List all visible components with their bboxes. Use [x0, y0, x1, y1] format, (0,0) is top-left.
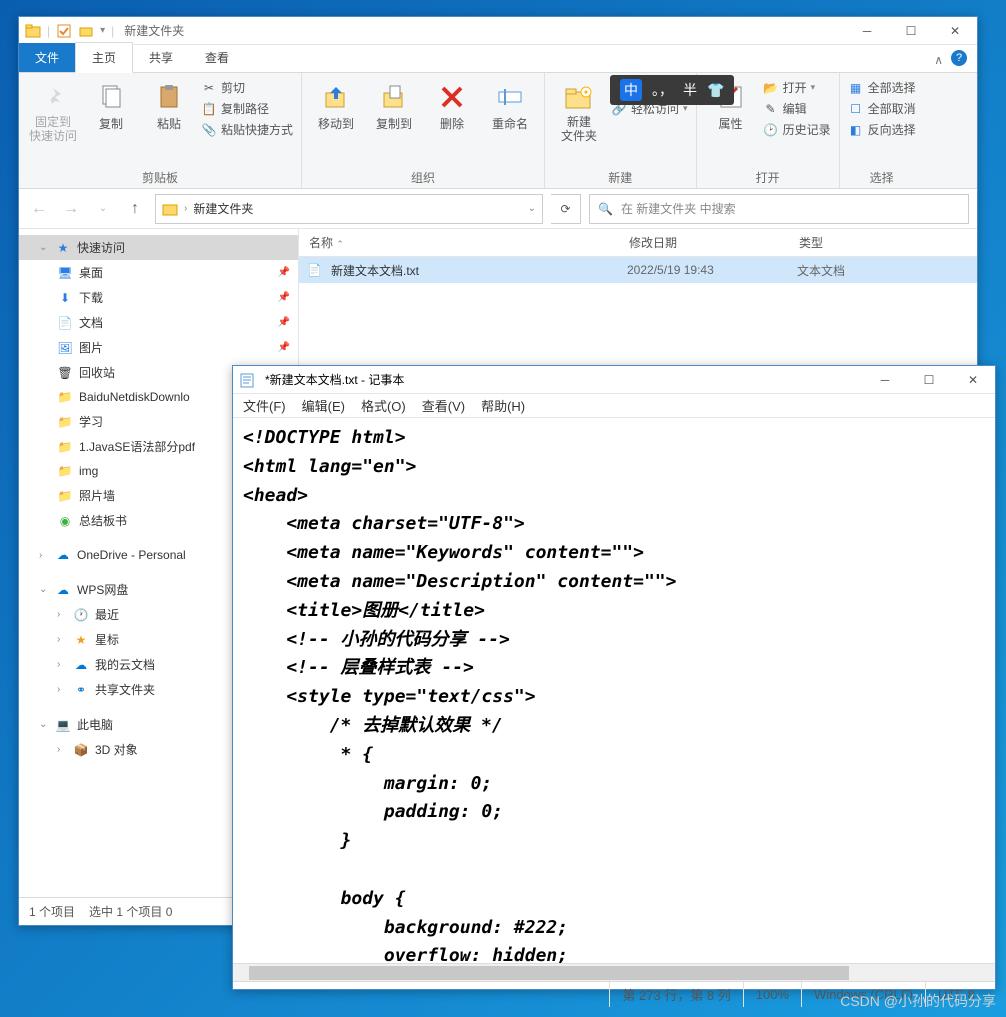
folder-icon	[25, 23, 41, 39]
textfile-icon: 📄	[307, 263, 323, 277]
chevron-down-icon[interactable]: ⌄	[528, 203, 536, 214]
help-icon[interactable]: ?	[951, 50, 967, 66]
ime-indicator[interactable]: 中 。， 半 👕	[610, 75, 734, 105]
back-button[interactable]: ←	[27, 197, 51, 221]
sidebar-item-desktop[interactable]: 🖥桌面📌	[19, 260, 298, 285]
menu-help[interactable]: 帮助(H)	[481, 396, 525, 415]
window-title: 新建文件夹	[124, 22, 184, 39]
copyto-button[interactable]: 复制到	[368, 77, 420, 167]
menu-format[interactable]: 格式(O)	[361, 396, 406, 415]
menu-file[interactable]: 文件(F)	[243, 396, 286, 415]
minimize-button[interactable]: ─	[863, 366, 907, 394]
watermark: CSDN @小孙的代码分享	[840, 991, 996, 1011]
pin-quickaccess-button[interactable]: 固定到 快速访问	[27, 77, 79, 167]
open-button[interactable]: 📂打开▾	[763, 79, 831, 96]
ime-punct: 。，	[652, 80, 673, 100]
sidebar-item-quickaccess[interactable]: ⌄★快速访问	[19, 235, 298, 260]
tab-file[interactable]: 文件	[19, 43, 75, 72]
chevron-right-icon[interactable]: ›	[184, 203, 187, 214]
close-button[interactable]: ✕	[951, 366, 995, 394]
navbar: ← → ⌄ ↑ › 新建文件夹 ⌄ ⟳ 🔍 在 新建文件夹 中搜索	[19, 189, 977, 229]
invert-button[interactable]: ◧反向选择	[848, 121, 916, 138]
checkbox-icon[interactable]	[56, 23, 72, 39]
ribbon-tabs: 文件 主页 共享 查看 ∧ ?	[19, 45, 977, 73]
edit-button[interactable]: ✎编辑	[763, 100, 831, 117]
close-button[interactable]: ✕	[933, 17, 977, 45]
rename-button[interactable]: 重命名	[484, 77, 536, 167]
maximize-button[interactable]: ☐	[889, 17, 933, 45]
search-input[interactable]: 🔍 在 新建文件夹 中搜索	[589, 194, 969, 224]
notepad-title: *新建文本文档.txt - 记事本	[265, 371, 404, 388]
cut-button[interactable]: ✂剪切	[201, 79, 293, 96]
ribbon: 固定到 快速访问 复制 粘贴 ✂剪切 📋复制路径 📎粘贴快捷方式 剪贴板 移动到…	[19, 73, 977, 189]
search-icon: 🔍	[598, 202, 613, 216]
sidebar-item-pictures[interactable]: 🖼图片📌	[19, 335, 298, 360]
forward-button[interactable]: →	[59, 197, 83, 221]
tab-view[interactable]: 查看	[189, 43, 245, 72]
moveto-button[interactable]: 移动到	[310, 77, 362, 167]
newfolder-button[interactable]: ✦新建 文件夹	[553, 77, 605, 167]
folder-icon	[162, 201, 178, 217]
shirt-icon: 👕	[707, 82, 724, 99]
menu-edit[interactable]: 编辑(E)	[302, 396, 345, 415]
notepad-window: *新建文本文档.txt - 记事本 ─ ☐ ✕ 文件(F) 编辑(E) 格式(O…	[232, 365, 996, 990]
notepad-menu: 文件(F) 编辑(E) 格式(O) 查看(V) 帮助(H)	[233, 394, 995, 418]
paste-button[interactable]: 粘贴	[143, 77, 195, 167]
minimize-button[interactable]: ─	[845, 17, 889, 45]
svg-text:✦: ✦	[583, 88, 590, 97]
ime-lang: 中	[620, 79, 642, 101]
pasteshortcut-button[interactable]: 📎粘贴快捷方式	[201, 121, 293, 138]
maximize-button[interactable]: ☐	[907, 366, 951, 394]
tab-home[interactable]: 主页	[75, 42, 133, 73]
selectall-button[interactable]: ▦全部选择	[848, 79, 916, 96]
history-button[interactable]: 🕑历史记录	[763, 121, 831, 138]
refresh-button[interactable]: ⟳	[551, 194, 581, 224]
ime-width: 半	[683, 80, 697, 100]
notepad-icon	[239, 372, 255, 388]
delete-button[interactable]: 删除	[426, 77, 478, 167]
up-button[interactable]: ↑	[123, 197, 147, 221]
collapse-ribbon-icon[interactable]: ∧	[934, 53, 943, 67]
status-position: 第 273 行，第 8 列	[609, 982, 742, 1007]
column-type[interactable]: 类型	[789, 234, 833, 251]
sidebar-item-documents[interactable]: 📄文档📌	[19, 310, 298, 335]
folder-small-icon[interactable]	[78, 23, 94, 39]
column-name[interactable]: 名称 ⌃	[299, 234, 619, 251]
status-zoom: 100%	[743, 982, 801, 1007]
column-modified[interactable]: 修改日期	[619, 234, 789, 251]
explorer-titlebar: | ▾ | 新建文件夹 ─ ☐ ✕	[19, 17, 977, 45]
sidebar-item-downloads[interactable]: ⬇下载📌	[19, 285, 298, 310]
copy-button[interactable]: 复制	[85, 77, 137, 167]
menu-view[interactable]: 查看(V)	[422, 396, 465, 415]
breadcrumb[interactable]: 新建文件夹	[193, 200, 253, 217]
recent-dropdown[interactable]: ⌄	[91, 197, 115, 221]
notepad-editor[interactable]: <!DOCTYPE html> <html lang="en"> <head> …	[233, 418, 995, 963]
copypath-button[interactable]: 📋复制路径	[201, 100, 293, 117]
scrollbar-horizontal[interactable]	[233, 963, 995, 981]
address-bar[interactable]: › 新建文件夹 ⌄	[155, 194, 543, 224]
selectnone-button[interactable]: ☐全部取消	[848, 100, 916, 117]
tab-share[interactable]: 共享	[133, 43, 189, 72]
file-row[interactable]: 📄 新建文本文档.txt 2022/5/19 19:43 文本文档	[299, 257, 977, 283]
